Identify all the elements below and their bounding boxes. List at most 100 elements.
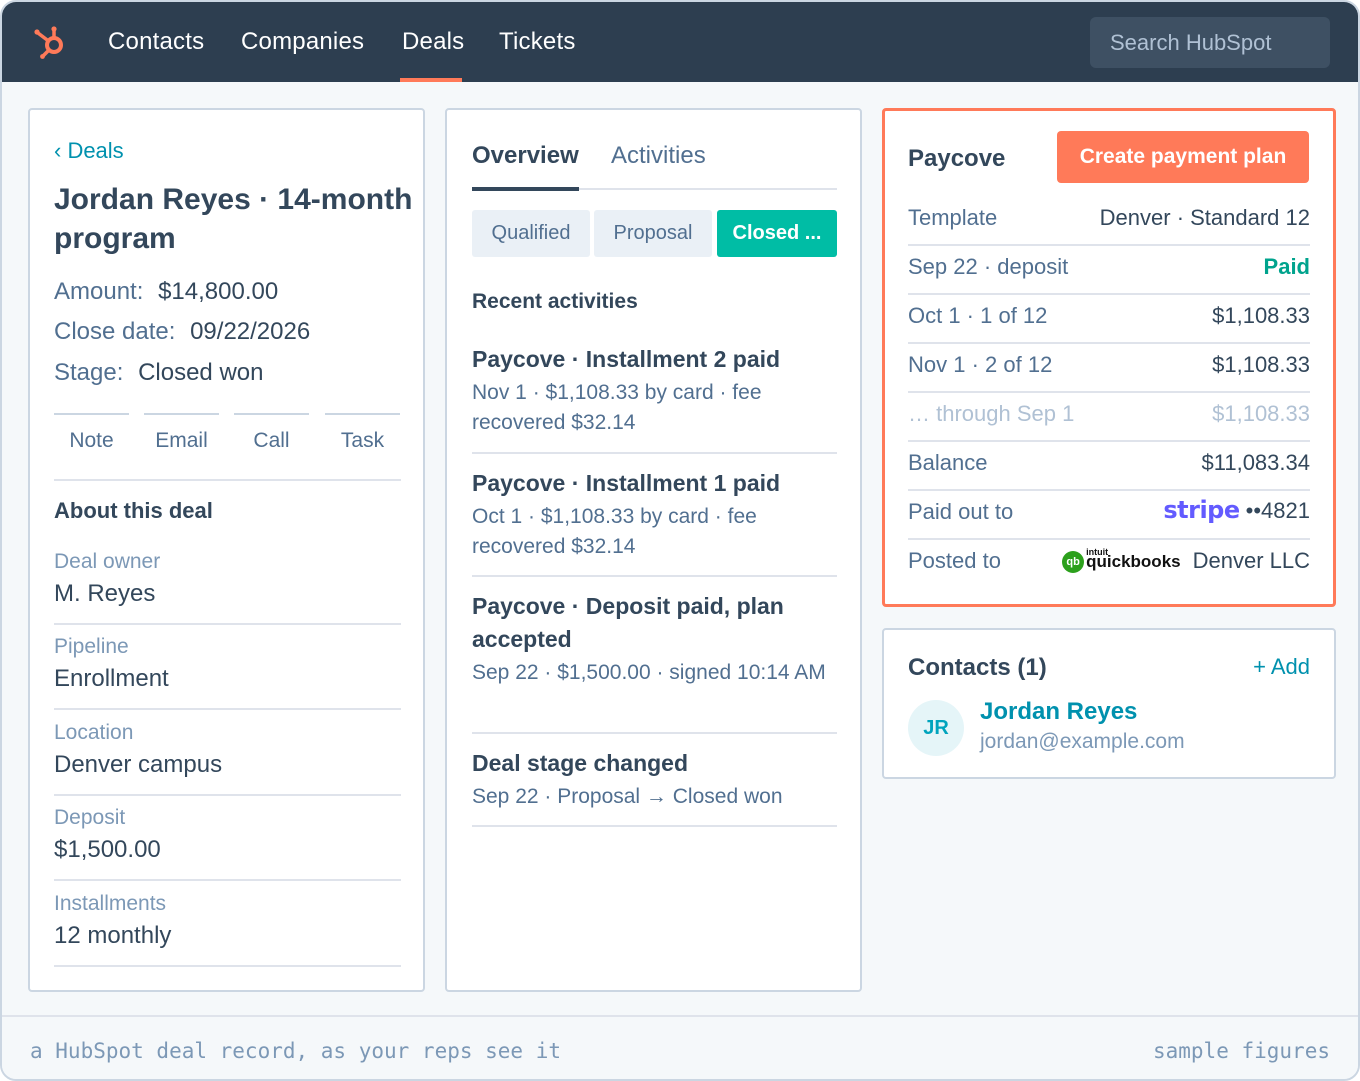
stage-closed-won[interactable]: Closed ... [717,210,837,257]
divider [54,623,401,625]
paycove-row-template: Template Denver · Standard 12 [908,197,1310,246]
contact-name-link[interactable]: Jordan Reyes [980,698,1137,726]
divider [54,965,401,967]
row-label: … through Sep 1 [908,401,1075,426]
amount-value: $14,800.00 [158,278,279,305]
close-date-label: Close date: [54,318,176,345]
row-label: Posted to [908,548,1001,573]
stripe-logo: stripe [1163,496,1240,524]
prop-value: Denver campus [54,751,223,778]
recent-activities-heading: Recent activities [472,290,638,313]
activity-detail: Nov 1 · $1,108.33 by card · fee recovere… [472,381,762,434]
activity-item[interactable]: Paycove · Installment 1 paid Oct 1 · $1,… [472,467,837,562]
email-button[interactable]: Email [144,413,219,453]
paid-status: Paid [1263,254,1310,279]
prop-label: Deal owner [54,550,161,573]
account-last4: ••4821 [1245,498,1310,523]
paycove-row-remaining: … through Sep 1 $1,108.33 [908,393,1310,442]
row-label: Nov 1 · 2 of 12 [908,352,1053,377]
note-button[interactable]: Note [54,413,129,453]
activity-detail: Sep 22 · $1,500.00 · signed 10:14 AM [472,661,826,684]
quickbooks-wordmark: intuit quickbooks [1086,547,1181,572]
quickbooks-icon: qb [1062,551,1085,574]
paycove-title: Paycove [908,145,1006,172]
activity-detail: Sep 22 · Proposal → Closed won [472,785,783,808]
payout-destination: stripe ••4821 [1163,496,1310,524]
close-date-value: 09/22/2026 [190,318,311,345]
contacts-heading: Contacts (1) [908,654,1047,681]
hubspot-sprocket-icon[interactable] [32,24,68,60]
add-contact-link[interactable]: + Add [1253,654,1310,680]
tab-overview[interactable]: Overview [472,142,579,170]
nav-tickets[interactable]: Tickets [499,28,576,56]
nav-contacts[interactable]: Contacts [108,28,204,56]
tab-active-indicator [472,187,579,191]
row-label: Oct 1 · 1 of 12 [908,303,1048,328]
caption-bar: a HubSpot deal record, as your reps see … [2,1015,1358,1079]
row-value: Denver · Standard 12 [1099,205,1310,230]
row-value: $1,108.33 [1212,352,1310,377]
task-button[interactable]: Task [325,413,400,453]
contacts-card: Contacts (1) + Add JR Jordan Reyes jorda… [882,628,1336,779]
quickbooks-logo: qb intuit quickbooks [1062,547,1181,574]
divider [54,879,401,881]
prop-deposit: Deposit $1,500.00 [54,806,401,864]
nav-deals[interactable]: Deals [402,28,464,56]
deal-title: Jordan Reyes · 14-month program [54,183,413,255]
row-label: Sep 22 · deposit [908,254,1069,279]
deal-summary-card: ‹ Deals Jordan Reyes · 14-month program … [28,108,425,992]
activity-title: Paycove · Deposit paid, plan accepted [472,593,784,652]
tab-activities[interactable]: Activities [611,142,706,170]
prop-deal-owner: Deal owner M. Reyes [54,550,401,608]
stage-proposal[interactable]: Proposal [594,210,712,257]
prop-value: $1,500.00 [54,836,161,863]
deal-close-date: Close date: 09/22/2026 [54,318,310,346]
divider [54,479,401,481]
activity-title: Paycove · Installment 2 paid [472,346,781,372]
row-label: Balance [908,450,988,475]
prop-value: Enrollment [54,665,169,692]
paycove-row-installment: Oct 1 · 1 of 12 $1,108.33 [908,295,1310,344]
activity-item[interactable]: Paycove · Deposit paid, plan accepted Se… [472,590,837,688]
prop-label: Installments [54,892,167,915]
divider [472,452,837,454]
caption-text: a HubSpot deal record, as your reps see … [30,1039,562,1063]
app-frame: Contacts Companies Deals Tickets ‹ Deals… [0,0,1360,1081]
row-value: $1,108.33 [1212,303,1310,328]
activity-detail: Oct 1 · $1,108.33 by card · fee recovere… [472,505,757,558]
prop-value: M. Reyes [54,580,156,607]
activity-title: Paycove · Installment 1 paid [472,470,781,496]
deal-amount: Amount: $14,800.00 [54,278,278,306]
stage-qualified[interactable]: Qualified [472,210,590,257]
activity-item[interactable]: Paycove · Installment 2 paid Nov 1 · $1,… [472,343,837,438]
nav-companies[interactable]: Companies [241,28,364,56]
divider [472,732,837,734]
prop-installments: Installments 12 monthly [54,892,401,950]
stage-value: Closed won [138,359,264,386]
posted-destination: qb intuit quickbooks Denver LLC [1062,547,1310,574]
activity-title: Deal stage changed [472,750,689,776]
prop-location: Location Denver campus [54,721,401,779]
prop-label: Deposit [54,806,126,829]
search-input[interactable] [1090,17,1330,68]
activity-item[interactable]: Deal stage changed Sep 22 · Proposal → C… [472,747,837,812]
quick-actions: Note Email Call Task [54,413,401,453]
back-to-deals-link[interactable]: ‹ Deals [54,138,124,164]
divider [54,708,401,710]
nav-active-indicator [400,78,462,82]
contact-email: jordan@example.com [980,730,1185,753]
caption-note: sample figures [1152,1039,1330,1063]
amount-label: Amount: [54,278,144,305]
row-value: $1,108.33 [1212,401,1310,426]
row-label: Template [908,205,998,230]
row-label: Paid out to [908,499,1014,524]
paycove-row-deposit: Sep 22 · deposit Paid [908,246,1310,295]
paycove-row-posted: Posted to qb intuit quickbooks Denver LLC [908,540,1310,589]
paycove-row-payout: Paid out to stripe ••4821 [908,491,1310,540]
create-payment-plan-button[interactable]: Create payment plan [1057,131,1309,183]
paycove-row-balance: Balance $11,083.34 [908,442,1310,491]
entity-name: Denver LLC [1192,548,1310,573]
prop-label: Pipeline [54,635,129,658]
call-button[interactable]: Call [234,413,309,453]
divider [472,575,837,577]
